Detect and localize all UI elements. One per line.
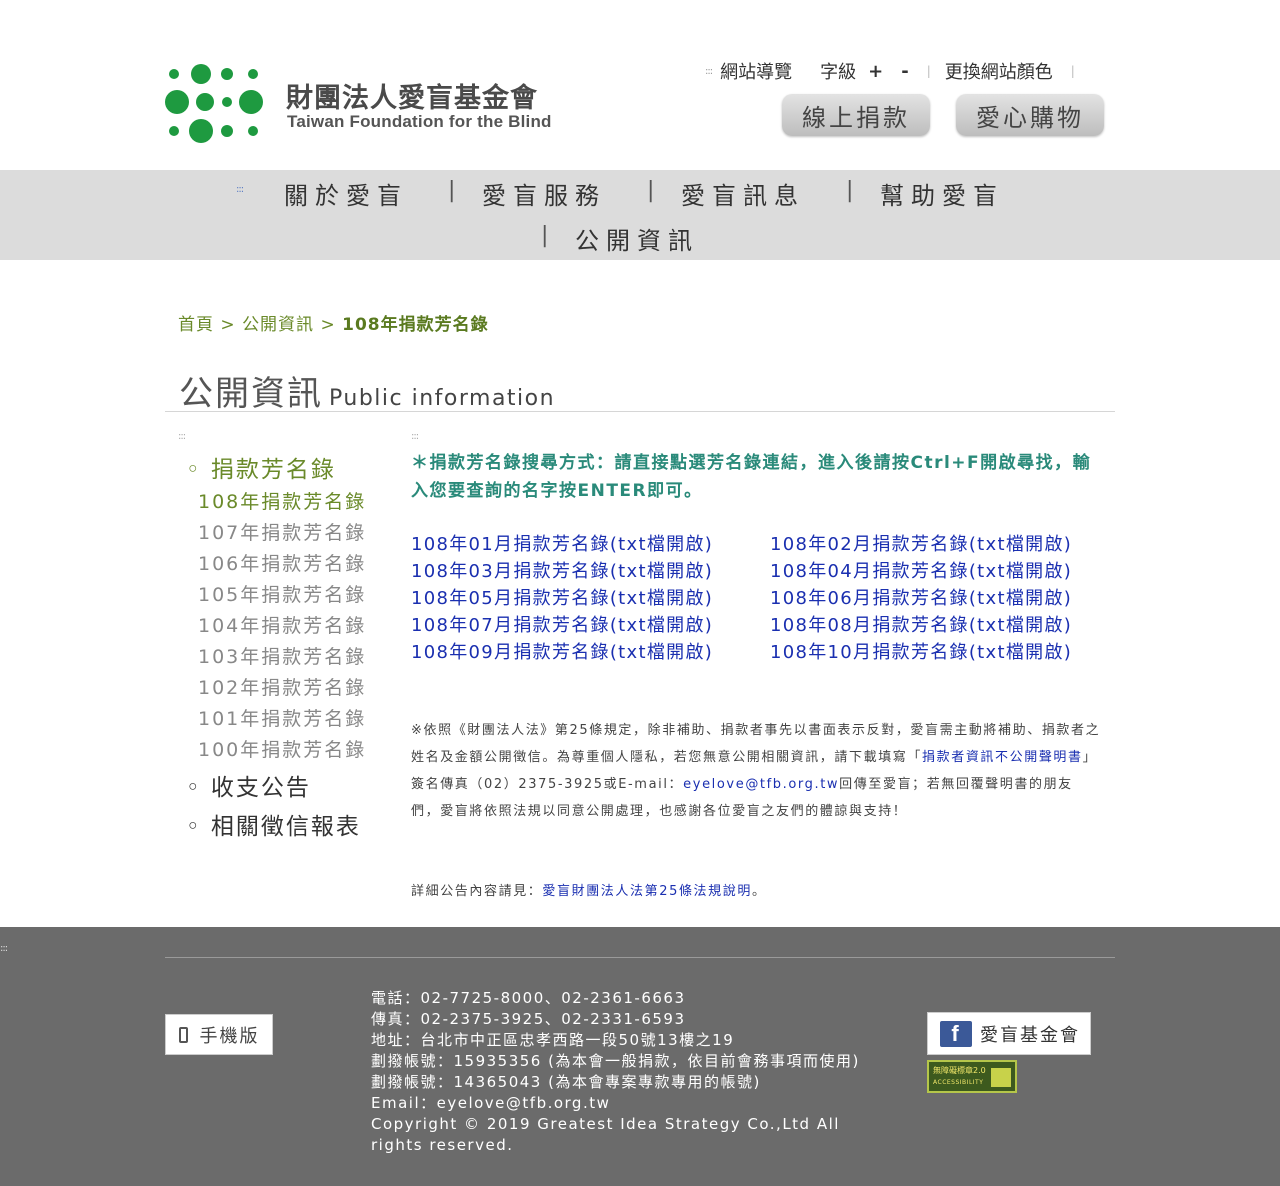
donor-list-link-10[interactable]: 108年10月捐款芳名錄(txt檔開啟) (770, 638, 1072, 664)
donor-list-link-03[interactable]: 108年03月捐款芳名錄(txt檔開啟) (411, 557, 713, 583)
nav-services[interactable]: 愛盲服務 (482, 176, 606, 211)
change-color-link[interactable]: 更換網站顏色 (945, 58, 1053, 84)
site-header: 財團法人愛盲基金會 Taiwan Foundation for the Blin… (0, 0, 1280, 170)
sidebar-item-101[interactable]: 101年捐款芳名錄 (198, 704, 366, 731)
sidebar-item-106[interactable]: 106年捐款芳名錄 (198, 549, 366, 576)
facebook-label: 愛盲基金會 (980, 1024, 1080, 1046)
sidebar-cat-reports[interactable]: ◦ 相關徵信報表 (186, 807, 361, 841)
footer-copyright: Copyright © 2019 Greatest Idea Strategy … (371, 1115, 840, 1154)
foundation-logo[interactable] (165, 62, 265, 144)
footer-account-2: 劃撥帳號：14365043 (為本會專案專款專用的帳號) (371, 1073, 761, 1091)
footer-fax: 傳真：02-2375-3925、02-2331-6593 (371, 1010, 686, 1028)
page-title: 公開資訊 Public information (179, 366, 555, 415)
detail-suffix: 。 (751, 884, 767, 899)
accesskey-dots[interactable]: ::: (705, 66, 713, 77)
org-name-cn: 財團法人愛盲基金會 (286, 83, 538, 114)
sidebar-item-103[interactable]: 103年捐款芳名錄 (198, 642, 366, 669)
donor-list-link-02[interactable]: 108年02月捐款芳名錄(txt檔開啟) (770, 530, 1072, 556)
donor-list-link-08[interactable]: 108年08月捐款芳名錄(txt檔開啟) (770, 611, 1072, 637)
sitemap-link[interactable]: 網站導覽 (720, 58, 792, 84)
donor-list-link-05[interactable]: 108年05月捐款芳名錄(txt檔開啟) (411, 584, 713, 610)
accesskey-dots[interactable]: ::: (0, 943, 8, 954)
detail-notice: 詳細公告內容請見：愛盲財團法人法第25條法規說明。 (411, 880, 767, 899)
breadcrumb-separator: > (220, 315, 236, 335)
org-name-en: Taiwan Foundation for the Blind (287, 112, 552, 131)
legal-notice: ※依照《財團法人法》第25條規定，除非補助、捐款者事先以書面表示反對，愛盲需主動… (411, 717, 1101, 825)
sidebar-item-108[interactable]: 108年捐款芳名錄 (198, 487, 366, 514)
page-title-en: Public information (329, 386, 556, 411)
breadcrumb-separator: > (320, 315, 336, 335)
sidebar-cat-finance[interactable]: ◦ 收支公告 (186, 768, 311, 802)
title-divider (165, 411, 1115, 412)
nav-about[interactable]: 關於愛盲 (284, 176, 408, 211)
sidebar-item-100[interactable]: 100年捐款芳名錄 (198, 735, 366, 762)
donor-list-link-09[interactable]: 108年09月捐款芳名錄(txt檔開啟) (411, 638, 713, 664)
detail-prefix: 詳細公告內容請見： (411, 884, 543, 899)
contact-info: 電話：02-7725-8000、02-2361-6663 傳真：02-2375-… (371, 988, 871, 1156)
donate-online-button[interactable]: 線上捐款 (782, 94, 930, 136)
sidebar-item-104[interactable]: 104年捐款芳名錄 (198, 611, 366, 638)
donor-list-link-04[interactable]: 108年04月捐款芳名錄(txt檔開啟) (770, 557, 1072, 583)
divider: | (926, 64, 931, 78)
footer-account-1: 劃撥帳號：15935356 (為本會一般捐款，依目前會務事項而使用) (371, 1052, 860, 1070)
footer-divider (165, 957, 1115, 958)
breadcrumb-home[interactable]: 首頁 (178, 315, 214, 335)
search-notice: ＊捐款芳名錄搜尋方式：請直接點選芳名錄連結，進入後請按Ctrl+F開啟尋找，輸入… (411, 453, 1092, 501)
donor-list-link-01[interactable]: 108年01月捐款芳名錄(txt檔開啟) (411, 530, 713, 556)
divider: | (1070, 64, 1075, 78)
accessibility-badge[interactable]: 無障礙標章2.0 ACCESSIBILITY (927, 1060, 1017, 1093)
mobile-version-label: 手機版 (199, 1025, 260, 1047)
regulation-link[interactable]: 愛盲財團法人法第25條法規說明 (542, 884, 752, 899)
sidebar-item-105[interactable]: 105年捐款芳名錄 (198, 580, 366, 607)
charity-shop-button[interactable]: 愛心購物 (956, 94, 1104, 136)
phone-icon (178, 1026, 188, 1043)
font-decrease-button[interactable]: - (901, 61, 908, 82)
accessibility-badge-text: ACCESSIBILITY (933, 1079, 984, 1086)
accesskey-dots[interactable]: ::: (178, 431, 186, 442)
footer-phone: 電話：02-7725-8000、02-2361-6663 (371, 989, 686, 1007)
nav-public-info[interactable]: 公開資訊 (575, 221, 699, 256)
footer-email[interactable]: Email：eyelove@tfb.org.tw (371, 1093, 871, 1114)
footer-address: 地址：台北市中正區忠孝西路一段50號13樓之19 (371, 1031, 735, 1049)
nav-help[interactable]: 幫助愛盲 (880, 176, 1004, 211)
accesskey-dots[interactable]: ::: (236, 184, 244, 195)
nav-separator: | (647, 178, 655, 203)
breadcrumb-current: 108年捐款芳名錄 (342, 315, 489, 335)
mobile-version-button[interactable]: 手機版 (165, 1014, 273, 1055)
breadcrumb-section[interactable]: 公開資訊 (242, 315, 314, 335)
email-link[interactable]: eyelove@tfb.org.tw (683, 777, 839, 792)
nav-separator: | (541, 223, 549, 248)
breadcrumb: 首頁 > 公開資訊 > 108年捐款芳名錄 (178, 310, 489, 335)
nav-news[interactable]: 愛盲訊息 (681, 176, 805, 211)
font-size-label: 字級 (820, 62, 857, 83)
sidebar-item-102[interactable]: 102年捐款芳名錄 (198, 673, 366, 700)
donor-list-link-07[interactable]: 108年07月捐款芳名錄(txt檔開啟) (411, 611, 713, 637)
non-disclosure-form-link[interactable]: 捐款者資訊不公開聲明書 (922, 750, 1083, 765)
utility-links: ::: 網站導覽 字級 + - | 更換網站顏色 | (705, 58, 1089, 84)
accesskey-dots[interactable]: ::: (411, 431, 419, 442)
page-title-cn: 公開資訊 (179, 374, 323, 414)
donor-list-link-06[interactable]: 108年06月捐款芳名錄(txt檔開啟) (770, 584, 1072, 610)
nav-separator: | (846, 178, 854, 203)
facebook-icon: f (940, 1020, 972, 1047)
sidebar-item-107[interactable]: 107年捐款芳名錄 (198, 518, 366, 545)
sidebar-cat-donors[interactable]: ◦ 捐款芳名錄 (186, 450, 336, 484)
font-increase-button[interactable]: + (868, 61, 883, 82)
accessibility-badge-icon (991, 1068, 1011, 1087)
facebook-button[interactable]: f 愛盲基金會 (927, 1012, 1091, 1055)
accessibility-badge-text: 無障礙標章2.0 (933, 1066, 986, 1075)
nav-separator: | (448, 178, 456, 203)
